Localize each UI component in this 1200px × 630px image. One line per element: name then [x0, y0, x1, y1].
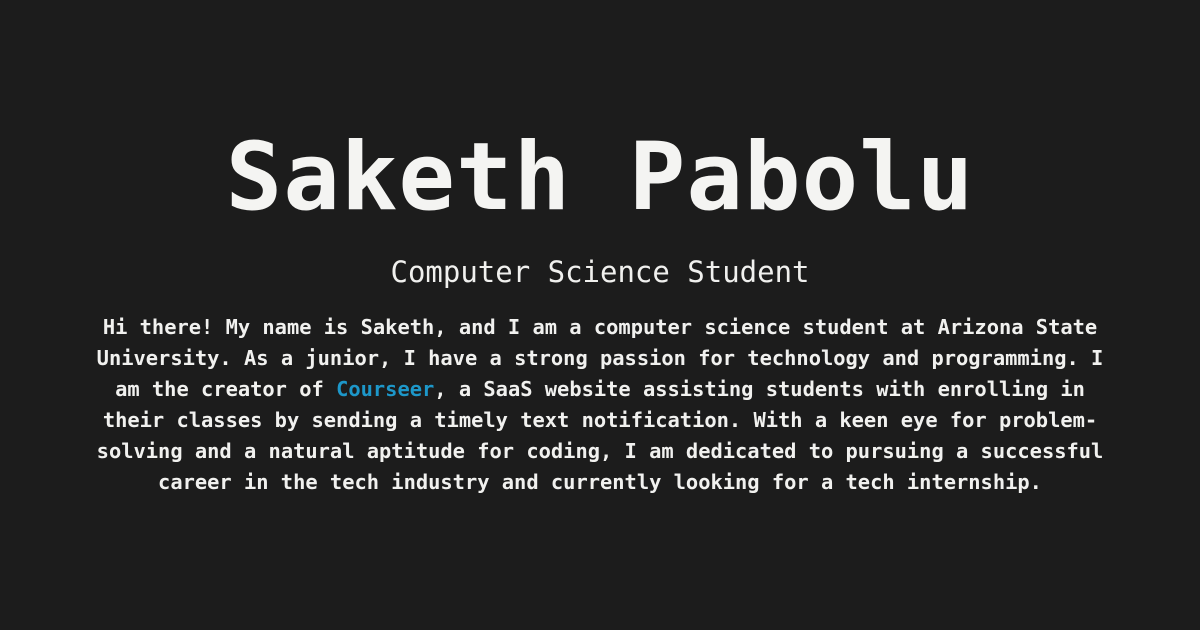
hero-bio-paragraph: Hi there! My name is Saketh, and I am a …	[80, 312, 1120, 498]
hero-subtitle: Computer Science Student	[390, 255, 810, 289]
courseer-link[interactable]: Courseer	[336, 377, 434, 401]
hero-section: Saketh Pabolu Computer Science Student H…	[0, 0, 1200, 630]
hero-name-heading: Saketh Pabolu	[225, 123, 975, 232]
